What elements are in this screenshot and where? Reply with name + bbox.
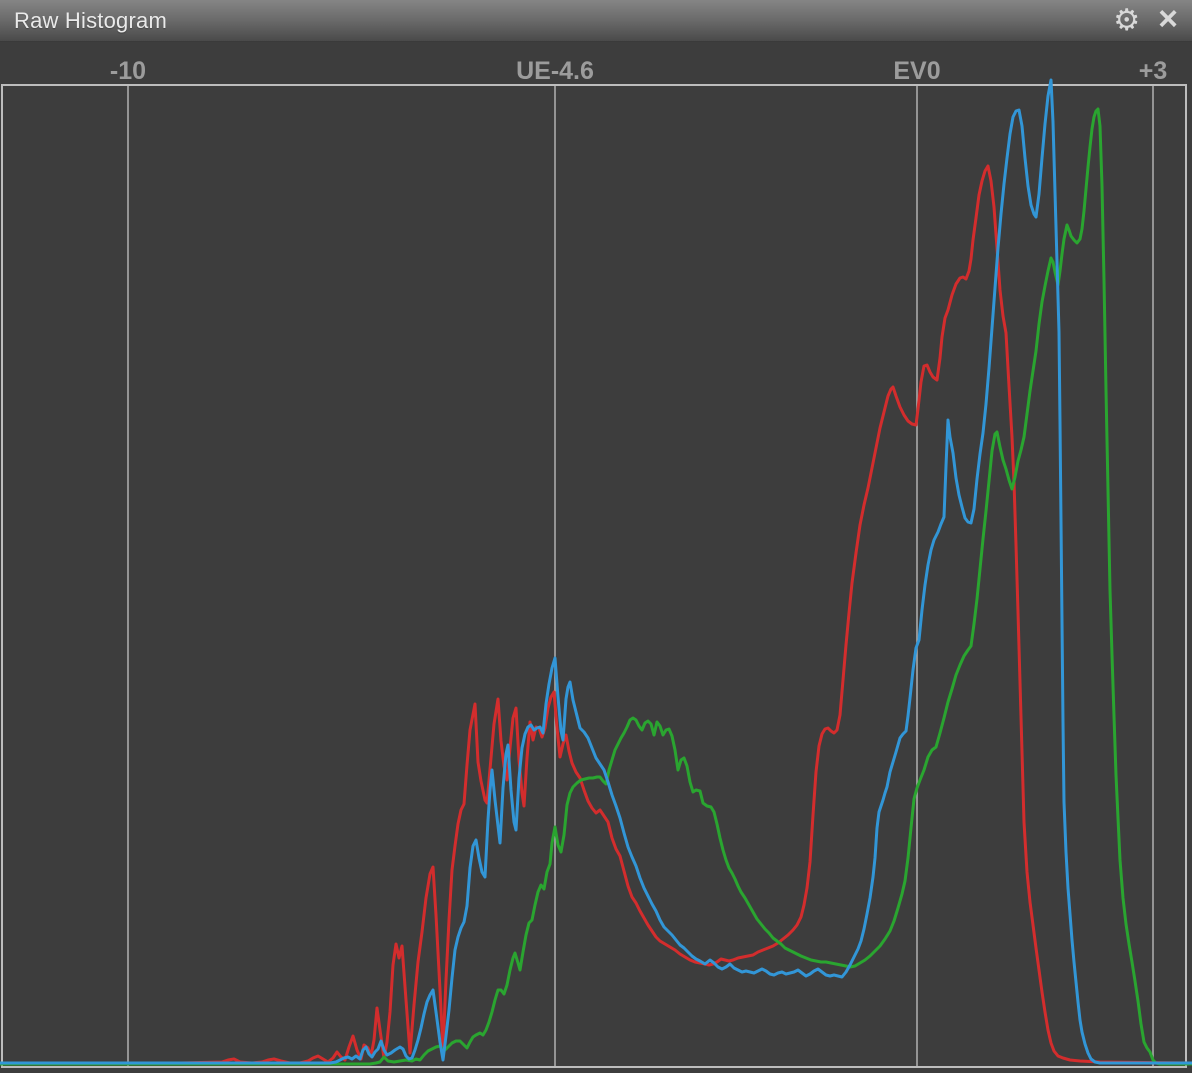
close-icon[interactable]: ×: [1158, 2, 1178, 36]
red-channel-curve: [0, 166, 1192, 1063]
titlebar-buttons: ⚙ ×: [1113, 5, 1178, 36]
axis-tick-label-EV0: EV0: [893, 57, 940, 85]
plot-border: [2, 85, 1186, 1067]
raw-histogram-window: Raw Histogram ⚙ × -10 UE-4.6 EV0 +3: [0, 0, 1192, 1073]
histogram-chart-area: -10 UE-4.6 EV0 +3: [0, 42, 1192, 1073]
blue-channel-curve: [0, 80, 1192, 1063]
window-title: Raw Histogram: [14, 8, 167, 34]
green-channel-curve: [0, 109, 1192, 1064]
histogram-plot-svg: -10 UE-4.6 EV0 +3: [0, 42, 1192, 1073]
settings-gear-icon[interactable]: ⚙: [1113, 6, 1140, 36]
axis-tick-label-+3: +3: [1139, 57, 1168, 85]
axis-tick-label--10: -10: [110, 57, 146, 85]
axis-tick-label-UE-4.6: UE-4.6: [516, 57, 594, 85]
titlebar[interactable]: Raw Histogram ⚙ ×: [0, 0, 1192, 42]
